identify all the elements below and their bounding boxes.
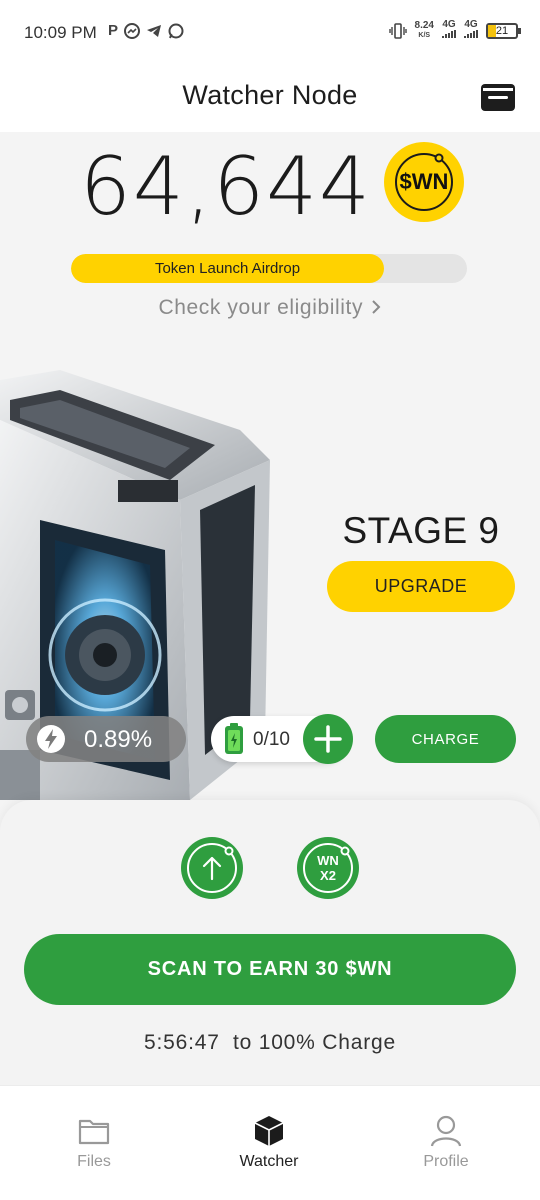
charge-timer: 5:56:47 to 100% Charge xyxy=(144,1031,396,1054)
signal-icon xyxy=(464,30,478,38)
token-balance: 64,644 xyxy=(80,140,372,233)
status-bar: 10:09 PM P 8.24 K/S 4G 4G 21 xyxy=(0,0,540,66)
nav-label-profile: Profile xyxy=(423,1153,469,1170)
vibrate-icon xyxy=(388,22,407,39)
airdrop-progress-label: Token Launch Airdrop xyxy=(154,260,301,277)
add-energy-button[interactable] xyxy=(303,714,353,764)
network-2-label: 4G xyxy=(464,19,478,30)
folder-icon xyxy=(78,1119,110,1145)
cube-icon xyxy=(254,1116,284,1146)
mining-rate-value: 0.89% xyxy=(84,726,153,753)
page-title: Watcher Node xyxy=(182,80,358,110)
signal-icon xyxy=(442,30,456,38)
status-notification-icons: P xyxy=(108,22,184,39)
node-stage: STAGE 9 xyxy=(342,510,500,551)
network-1: 4G xyxy=(442,20,456,41)
boost-x2-button[interactable]: WN X2 xyxy=(297,837,359,899)
check-eligibility-label: Check your eligibility xyxy=(158,296,364,319)
bottom-navigation: Files Watcher Profile xyxy=(0,1085,540,1200)
user-icon xyxy=(430,1115,462,1147)
plus-icon xyxy=(314,725,342,753)
messenger-icon xyxy=(124,22,141,39)
arrow-up-circle-icon xyxy=(187,843,237,893)
status-time: 10:09 PM xyxy=(24,23,97,42)
battery-icon: 21 xyxy=(486,22,521,39)
lightning-icon xyxy=(37,725,65,753)
mining-rate-pill: 0.89% xyxy=(26,716,186,762)
boost-x2-line2: X2 xyxy=(320,868,336,883)
nav-label-files: Files xyxy=(77,1153,111,1170)
p-app-icon: P xyxy=(108,22,119,39)
network-2: 4G xyxy=(464,20,478,41)
nav-label-watcher: Watcher xyxy=(239,1153,299,1170)
scan-to-earn-button[interactable]: SCAN TO EARN 30 $WN xyxy=(24,934,516,1005)
boost-x2-label: WN X2 xyxy=(297,853,359,883)
nav-item-profile[interactable]: Profile xyxy=(356,1086,536,1186)
boost-upgrade-button[interactable] xyxy=(181,837,243,899)
boost-x2-line1: WN xyxy=(317,853,339,868)
telegram-icon xyxy=(147,24,162,37)
wn-token-badge: $WN xyxy=(384,142,464,222)
token-symbol: $WN xyxy=(399,169,449,194)
net-speed-value: 8.24 xyxy=(414,19,434,31)
wallet-icon[interactable] xyxy=(480,82,516,112)
charge-button[interactable]: CHARGE xyxy=(375,715,516,763)
upgrade-button[interactable]: UPGRADE xyxy=(327,561,515,612)
nav-item-watcher[interactable]: Watcher xyxy=(179,1086,359,1186)
status-system-icons: 8.24 K/S 4G 4G 21 xyxy=(388,19,521,41)
net-speed: 8.24 K/S xyxy=(414,19,434,41)
nav-item-files[interactable]: Files xyxy=(4,1086,184,1186)
check-eligibility-link[interactable]: Check your eligibility xyxy=(0,296,540,320)
net-speed-unit: K/S xyxy=(418,31,431,39)
whatsapp-icon xyxy=(168,23,184,38)
chevron-right-icon xyxy=(371,300,380,314)
battery-energy-icon xyxy=(225,723,243,754)
network-1-label: 4G xyxy=(442,19,456,30)
energy-count: 0/10 xyxy=(253,729,290,750)
battery-level: 21 xyxy=(495,24,509,37)
app-header: Watcher Node xyxy=(0,66,540,132)
